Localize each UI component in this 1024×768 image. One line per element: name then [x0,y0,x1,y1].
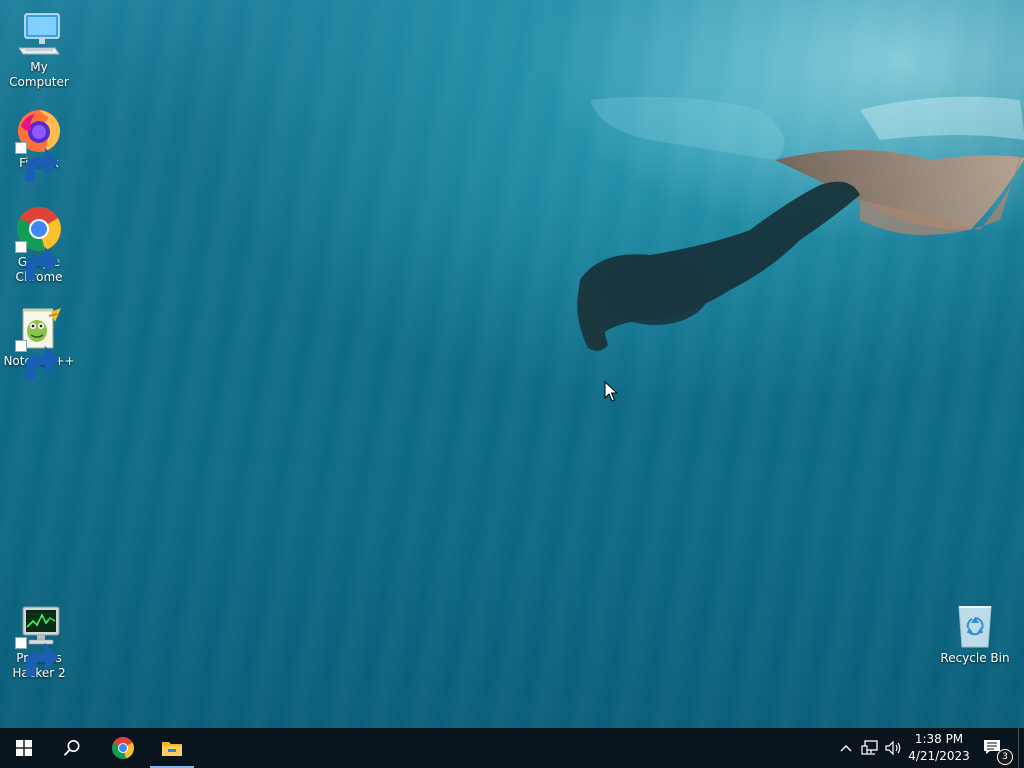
taskbar: 1:38 PM 4/21/2023 3 [0,728,1024,768]
process-hacker-icon [15,601,63,677]
desktop-icon-label: Recycle Bin [940,651,1010,665]
clock-date: 4/21/2023 [908,749,970,763]
shortcut-arrow-icon [15,142,60,182]
file-explorer-icon [162,742,182,756]
mouse-cursor-icon [604,381,619,402]
volume-icon [885,740,901,756]
start-button[interactable] [0,728,48,768]
desktop-icon-recycle-bin[interactable]: Recycle Bin [936,601,1014,666]
computer-icon [15,10,63,58]
notepadpp-icon [15,304,63,380]
volume-button[interactable] [884,738,904,758]
chevron-up-icon [840,745,852,752]
desktop-icon-firefox[interactable]: Firefox [0,106,78,182]
notification-count-badge: 3 [997,749,1013,765]
network-icon [861,740,878,755]
shortcut-arrow-icon [15,340,60,380]
desktop[interactable]: My Computer Firefox [0,0,1024,728]
clock-time: 1:38 PM [914,732,964,746]
chrome-icon [112,737,134,759]
wallpaper-diver-silhouette [577,96,1024,351]
shortcut-arrow-icon [15,637,60,677]
recycle-bin-icon [951,601,999,649]
network-button[interactable] [860,738,880,758]
show-desktop-button[interactable] [1018,728,1024,768]
search-icon [63,740,80,756]
desktop-icon-notepad-plus-plus[interactable]: Notepad++ [0,304,78,380]
desktop-icon-process-hacker[interactable]: Process Hacker 2 [0,601,78,681]
taskbar-chrome-button[interactable] [99,728,147,768]
desktop-icon-my-computer[interactable]: My Computer [0,10,78,90]
search-button[interactable] [48,728,96,768]
action-center-button[interactable]: 3 [978,728,1013,768]
desktop-icon-label: My Computer [9,60,69,89]
chrome-icon [15,205,63,281]
desktop-icon-google-chrome[interactable]: Google Chrome [0,205,78,285]
tray-overflow-button[interactable] [836,738,856,758]
taskbar-clock[interactable]: 1:38 PM 4/21/2023 [904,731,974,765]
firefox-icon [15,106,63,182]
shortcut-arrow-icon [15,241,60,281]
windows-start-icon [16,740,32,756]
taskbar-file-explorer-button[interactable] [148,728,196,768]
